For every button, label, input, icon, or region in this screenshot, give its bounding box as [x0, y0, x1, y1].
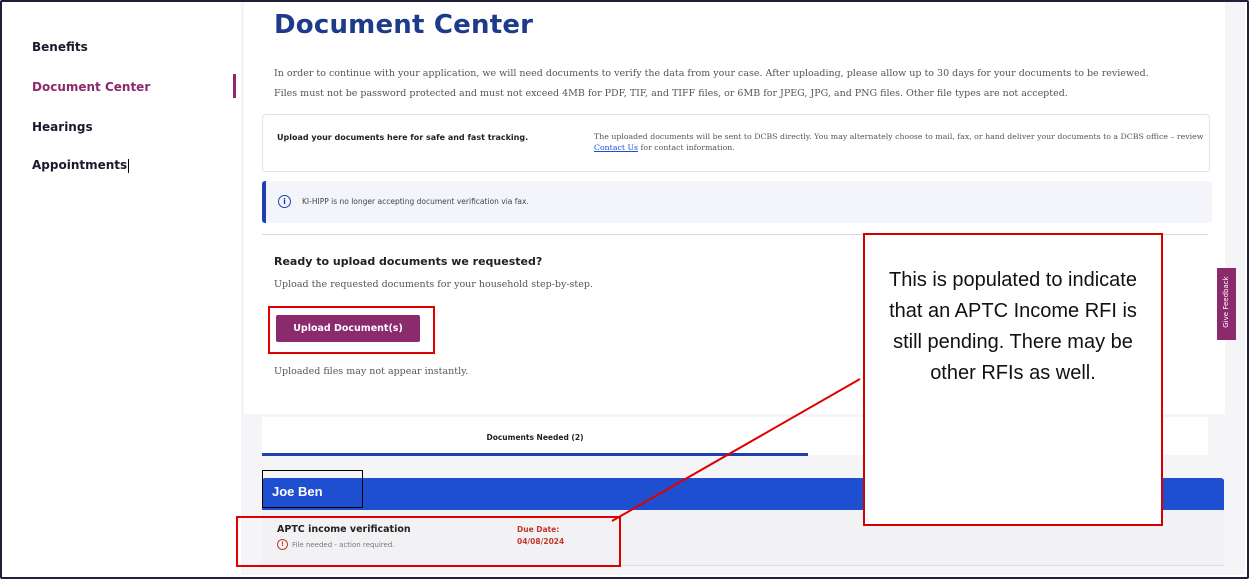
annotation-callout: This is populated to indicate that an AP… — [863, 233, 1163, 526]
leader-line — [611, 378, 861, 522]
annotation-callout-text: This is populated to indicate that an AP… — [889, 269, 1137, 384]
